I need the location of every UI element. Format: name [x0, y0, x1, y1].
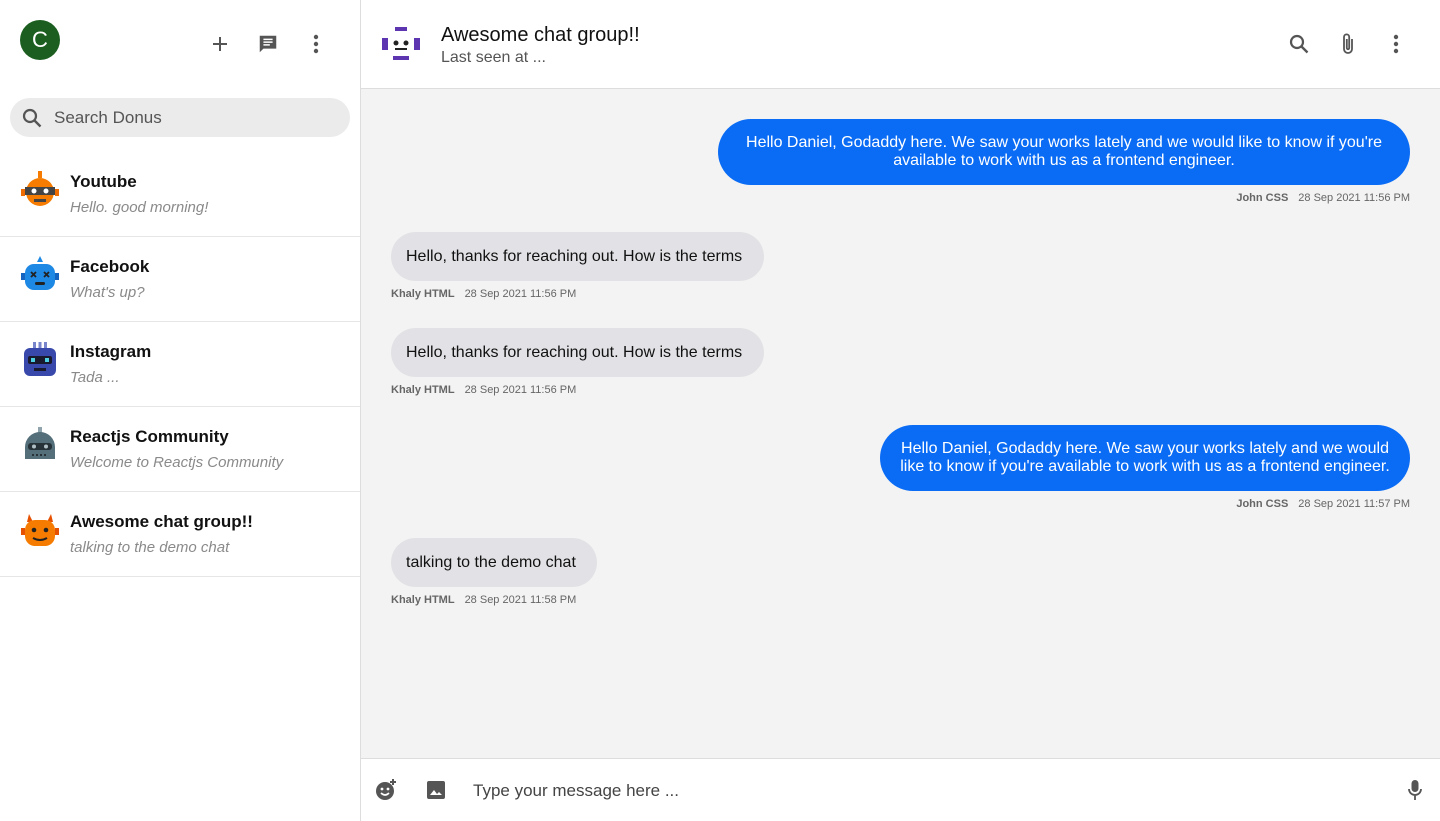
search-icon[interactable]: [1281, 26, 1317, 62]
message-incoming: talking to the demo chat Khaly HTML 28 Se…: [391, 538, 597, 606]
message-outgoing: Hello Daniel, Godaddy here. We saw your …: [880, 425, 1410, 510]
robot-avatar-icon: [21, 171, 59, 206]
sidebar-header: C: [0, 0, 360, 88]
message-time: 28 Sep 2021 11:56 PM: [464, 384, 577, 396]
message-time: 28 Sep 2021 11:58 PM: [464, 594, 577, 606]
microphone-icon[interactable]: [1397, 772, 1433, 808]
message-time: 28 Sep 2021 11:56 PM: [464, 288, 577, 300]
conversation-item[interactable]: Instagram Tada ...: [0, 322, 360, 407]
conversation-item[interactable]: Reactjs Community Welcome to Reactjs Com…: [0, 407, 360, 492]
message-author: John CSS: [1236, 498, 1289, 510]
new-chat-icon[interactable]: [250, 26, 286, 62]
message-time: 28 Sep 2021 11:57 PM: [1298, 498, 1410, 510]
message-bubble: Hello, thanks for reaching out. How is t…: [391, 328, 764, 377]
message-bubble: Hello Daniel, Godaddy here. We saw your …: [718, 119, 1410, 185]
message-author: John CSS: [1236, 192, 1289, 204]
conversation-item[interactable]: Youtube Hello. good morning!: [0, 152, 360, 237]
message-incoming: Hello, thanks for reaching out. How is t…: [391, 328, 764, 396]
robot-avatar-icon: [382, 27, 420, 60]
message-composer: [361, 758, 1440, 821]
message-meta: Khaly HTML 28 Sep 2021 11:58 PM: [391, 594, 597, 606]
sidebar: C Youtube Hello. good mornin: [0, 0, 361, 821]
conversation-name: Facebook: [70, 257, 150, 276]
image-icon[interactable]: [418, 772, 454, 808]
conversation-item[interactable]: Awesome chat group!! talking to the demo…: [0, 492, 360, 577]
more-menu-icon[interactable]: [1378, 26, 1414, 62]
message-bubble: talking to the demo chat: [391, 538, 597, 587]
conversation-preview: Tada ...: [70, 369, 120, 386]
attachment-icon[interactable]: [1330, 26, 1366, 62]
robot-avatar-icon: [24, 342, 56, 376]
message-meta: Khaly HTML 28 Sep 2021 11:56 PM: [391, 288, 764, 300]
add-icon[interactable]: [202, 26, 238, 62]
conversation-name: Youtube: [70, 172, 137, 191]
chat-subtitle: Last seen at ...: [441, 49, 546, 66]
message-list: Hello Daniel, Godaddy here. We saw your …: [361, 89, 1440, 758]
message-outgoing: Hello Daniel, Godaddy here. We saw your …: [718, 119, 1410, 204]
message-meta: Khaly HTML 28 Sep 2021 11:56 PM: [391, 384, 764, 396]
more-menu-icon[interactable]: [298, 26, 334, 62]
emoji-icon[interactable]: [368, 772, 404, 808]
conversation-preview: talking to the demo chat: [70, 539, 230, 556]
robot-avatar-icon: [25, 427, 55, 459]
robot-avatar-icon: [21, 256, 59, 290]
user-avatar[interactable]: C: [20, 20, 60, 60]
message-author: Khaly HTML: [391, 288, 455, 300]
message-author: Khaly HTML: [391, 594, 455, 606]
conversation-name: Awesome chat group!!: [70, 512, 253, 531]
chat-title: Awesome chat group!!: [441, 24, 640, 46]
message-meta: John CSS 28 Sep 2021 11:57 PM: [880, 498, 1410, 510]
conversation-list: Youtube Hello. good morning! Facebook Wh…: [0, 152, 360, 577]
message-bubble: Hello, thanks for reaching out. How is t…: [391, 232, 764, 281]
search-bar: [10, 98, 350, 137]
conversation-preview: Hello. good morning!: [70, 199, 209, 216]
message-input[interactable]: [473, 777, 1373, 805]
message-bubble: Hello Daniel, Godaddy here. We saw your …: [880, 425, 1410, 491]
robot-avatar-icon: [21, 514, 59, 546]
conversation-preview: Welcome to Reactjs Community: [70, 454, 284, 471]
message-author: Khaly HTML: [391, 384, 455, 396]
conversation-item[interactable]: Facebook What's up?: [0, 237, 360, 322]
search-input[interactable]: [54, 107, 334, 128]
message-meta: John CSS 28 Sep 2021 11:56 PM: [718, 192, 1410, 204]
conversation-preview: What's up?: [70, 284, 145, 301]
conversation-name: Reactjs Community: [70, 427, 229, 446]
conversation-name: Instagram: [70, 342, 152, 361]
message-incoming: Hello, thanks for reaching out. How is t…: [391, 232, 764, 300]
chat-header: Awesome chat group!! Last seen at ...: [361, 0, 1440, 89]
search-icon: [10, 108, 54, 128]
chat-panel: Awesome chat group!! Last seen at ... He…: [361, 0, 1440, 821]
message-time: 28 Sep 2021 11:56 PM: [1298, 192, 1410, 204]
